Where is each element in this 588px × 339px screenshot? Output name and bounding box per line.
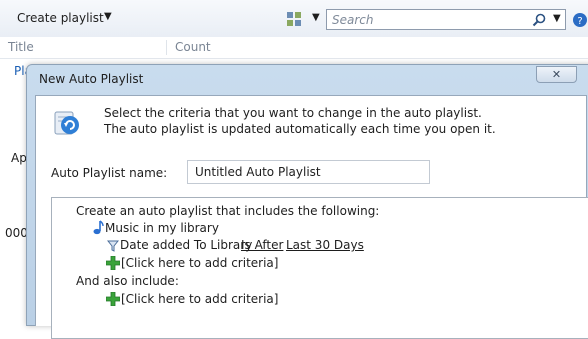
intro-text-line2: The auto playlist is updated automatical… xyxy=(104,122,496,136)
criteria-source[interactable]: Music in my library xyxy=(105,221,219,235)
filter-icon xyxy=(107,240,119,252)
add-icon xyxy=(106,256,120,270)
add-criteria-link-2[interactable]: [Click here to add criteria] xyxy=(121,292,278,306)
toolbar: Create playlist ▼ ▼ Search ▼ ? xyxy=(0,0,588,38)
also-include-heading: And also include: xyxy=(76,274,179,288)
filter-value-link[interactable]: Last 30 Days xyxy=(286,238,364,252)
column-header-count[interactable]: Count xyxy=(175,40,211,54)
playlist-name-input[interactable] xyxy=(187,160,430,184)
filter-criterion: Date added To Library xyxy=(120,238,252,252)
add-icon xyxy=(106,292,120,306)
search-icon[interactable] xyxy=(532,13,546,27)
close-icon: ✕ xyxy=(551,68,562,81)
criteria-panel: Create an auto playlist that includes th… xyxy=(51,197,588,339)
filter-field-label: Date added To Library xyxy=(120,238,253,252)
view-options-icon[interactable] xyxy=(286,11,302,27)
criteria-heading: Create an auto playlist that includes th… xyxy=(76,204,380,218)
filter-operator-link[interactable]: Is After xyxy=(241,238,283,252)
create-playlist-dropdown-icon[interactable]: ▼ xyxy=(104,11,112,22)
intro-text-line1: Select the criteria that you want to cha… xyxy=(104,106,482,120)
music-note-icon xyxy=(93,220,104,235)
dialog-body: Select the criteria that you want to cha… xyxy=(35,95,588,339)
create-playlist-button[interactable]: Create playlist xyxy=(17,11,104,25)
playlist-name-label: Auto Playlist name: xyxy=(51,166,168,180)
help-icon[interactable]: ? xyxy=(572,12,588,28)
column-header-title[interactable]: Title xyxy=(8,40,34,54)
new-auto-playlist-dialog: New Auto Playlist ✕ Select the criteria … xyxy=(26,64,588,339)
view-options-dropdown-icon[interactable]: ▼ xyxy=(312,12,320,23)
column-header-row: Title Count xyxy=(0,37,588,59)
search-input[interactable]: Search ▼ xyxy=(326,9,566,30)
column-separator[interactable] xyxy=(166,40,167,55)
svg-text:?: ? xyxy=(577,16,582,27)
add-criteria-link-1[interactable]: [Click here to add criteria] xyxy=(121,256,278,270)
auto-playlist-icon xyxy=(54,111,79,135)
dialog-title: New Auto Playlist xyxy=(39,72,144,86)
search-placeholder: Search xyxy=(332,13,374,27)
search-dropdown-icon[interactable]: ▼ xyxy=(553,13,561,24)
close-button[interactable]: ✕ xyxy=(536,66,577,83)
